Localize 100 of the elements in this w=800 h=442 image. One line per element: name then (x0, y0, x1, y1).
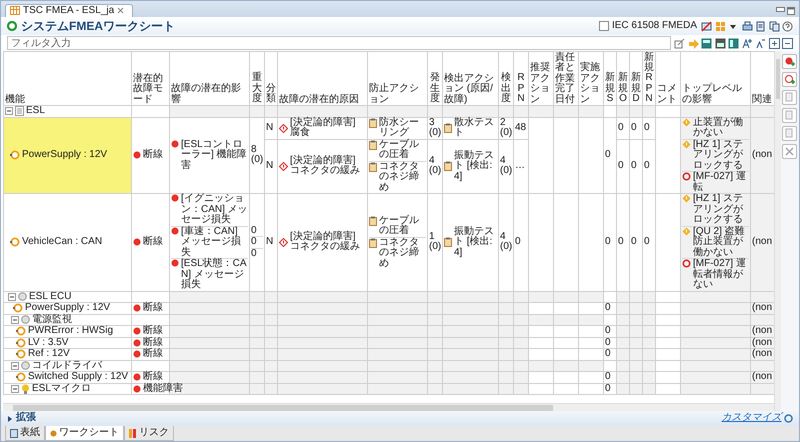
clipboard-icon (444, 161, 452, 172)
delete-icon (784, 146, 795, 157)
collapse-icon[interactable] (11, 316, 19, 324)
clipboard-icon (369, 140, 377, 150)
tool-button[interactable] (782, 54, 797, 69)
top-effect-text: [QU 2] 盗難防止装置が働かない (693, 226, 746, 258)
tool-button[interactable] (782, 72, 797, 87)
unlink-icon[interactable] (701, 20, 712, 32)
top-effect-text: [MF-027] 運転者情報がない (693, 259, 747, 290)
column-header[interactable]: コメント (656, 52, 680, 106)
cause-text: [決定論的障害] コネクタの緩み (290, 156, 361, 177)
function-name: PowerSupply : 12V (22, 150, 108, 160)
print-icon[interactable] (742, 20, 752, 32)
column-header[interactable]: 機能 (4, 52, 132, 106)
copy-icon[interactable] (768, 20, 780, 32)
dot-icon (133, 151, 141, 160)
document-icon[interactable] (755, 20, 766, 32)
dot-icon (133, 238, 141, 246)
tree-row[interactable]: PWRError : HWSig (4, 326, 132, 337)
tree-row[interactable]: PowerSupply : 12V (4, 117, 132, 194)
tree-row[interactable]: ESL (4, 106, 132, 117)
collapse-icon[interactable] (11, 362, 19, 370)
collapse-all-icon[interactable] (782, 38, 793, 48)
port-icon (16, 326, 26, 336)
tree-row[interactable]: VehicleCan : CAN (4, 194, 132, 291)
column-header[interactable]: RPN (514, 52, 528, 106)
tree-row[interactable]: 電源監視 (4, 314, 132, 326)
page-icon (784, 92, 795, 103)
column-header[interactable]: 発生度 (428, 52, 442, 106)
dot-icon (133, 350, 141, 358)
vertical-scrollbar[interactable] (774, 51, 781, 411)
column-header[interactable]: 故障の潜在的原因 (278, 52, 368, 106)
column-header[interactable]: 検出度 (498, 52, 514, 106)
layout-icon[interactable] (728, 38, 739, 48)
dot-icon (171, 194, 179, 202)
prevention-text: ケーブルの圧着 (379, 140, 420, 160)
column-header[interactable]: 分類 (264, 52, 278, 106)
page-icon (10, 428, 18, 438)
expand-all-icon[interactable] (768, 38, 780, 48)
dot-icon (133, 338, 141, 347)
tree-row[interactable]: コイルドライバ (4, 360, 132, 372)
collapse-icon[interactable] (8, 292, 16, 301)
column-header[interactable]: 推奨アクション (528, 52, 554, 106)
function-name: VehicleCan : CAN (22, 237, 102, 248)
column-header[interactable]: 故障の潜在的影響 (170, 52, 250, 106)
failure-mode: 断線 (143, 326, 163, 336)
port-icon (16, 372, 26, 382)
column-header[interactable]: 関連 (750, 52, 774, 106)
prevention-text: 防水シーリング (379, 118, 420, 138)
tree-row[interactable]: PowerSupply : 12V (4, 302, 132, 314)
severity-value: 0 (251, 226, 257, 236)
function-name: 電源監視 (32, 314, 72, 325)
tree-row[interactable]: ESL ECU (4, 291, 132, 302)
layout-icon[interactable] (701, 38, 712, 48)
circle-icon (21, 361, 30, 370)
close-icon[interactable] (117, 7, 124, 14)
column-header[interactable]: 新規O (616, 52, 630, 106)
column-header[interactable]: 検出アクション (原因/故障) (442, 52, 498, 106)
expand-toggle[interactable]: 拡張 (7, 413, 36, 424)
port-icon (16, 338, 26, 348)
help-icon[interactable] (782, 20, 793, 32)
collapse-icon[interactable] (5, 107, 13, 116)
top-effect-text: [HZ 1] ステアリングがロックする (693, 140, 744, 171)
column-header[interactable]: 新規RPN (642, 52, 656, 106)
collapse-icon[interactable] (11, 384, 19, 393)
customize-link[interactable]: カスタマイズ (722, 413, 782, 424)
tree-row[interactable]: Switched Supply : 12V (4, 372, 132, 383)
filter-field[interactable]: フィルタ入力 (7, 36, 671, 50)
circle-icon (18, 292, 27, 302)
column-header[interactable]: 防止アクション (368, 52, 428, 106)
column-header[interactable]: 新規S (604, 52, 616, 106)
tree-row[interactable]: LV : 3.5V (4, 337, 132, 348)
minimize-icon[interactable] (776, 6, 784, 12)
column-header[interactable]: 実施アクション (578, 52, 604, 106)
horizontal-scrollbar[interactable] (3, 403, 774, 411)
column-header[interactable]: 潜在的故障モード (132, 52, 170, 106)
window-tab[interactable]: TSC FMEA - ESL_ja (5, 4, 134, 17)
edit-icon[interactable] (674, 38, 685, 48)
column-header[interactable]: 重大度 (250, 52, 264, 106)
column-header[interactable]: 責任者と作業完了日付 (554, 52, 578, 106)
sheet-tab[interactable]: 表紙 (5, 426, 45, 441)
dot-icon (133, 304, 141, 312)
tree-row[interactable]: Ref : 12V (4, 348, 132, 360)
dot-icon (133, 373, 141, 382)
warning-diamond-icon (682, 226, 691, 236)
table-cell: … (514, 139, 528, 194)
top-effect-text: [MF-027] 運転 (693, 172, 747, 193)
checkbox[interactable] (598, 21, 609, 31)
page-icon (784, 110, 795, 121)
maximize-icon[interactable] (787, 6, 795, 14)
failure-mode: 断線 (143, 150, 163, 160)
tree-row[interactable]: ESLマイクロ (4, 383, 132, 394)
sheet-tab[interactable]: ワークシート (45, 426, 124, 441)
layout-icon[interactable] (714, 38, 726, 48)
column-header[interactable]: トップレベルの影響 (680, 52, 750, 106)
table-cell: (non (750, 117, 774, 194)
port-icon (10, 237, 20, 248)
column-header[interactable]: 新規D (630, 52, 642, 106)
enlarge-icon[interactable] (742, 38, 752, 48)
sheet-tab[interactable]: リスク (124, 426, 174, 441)
